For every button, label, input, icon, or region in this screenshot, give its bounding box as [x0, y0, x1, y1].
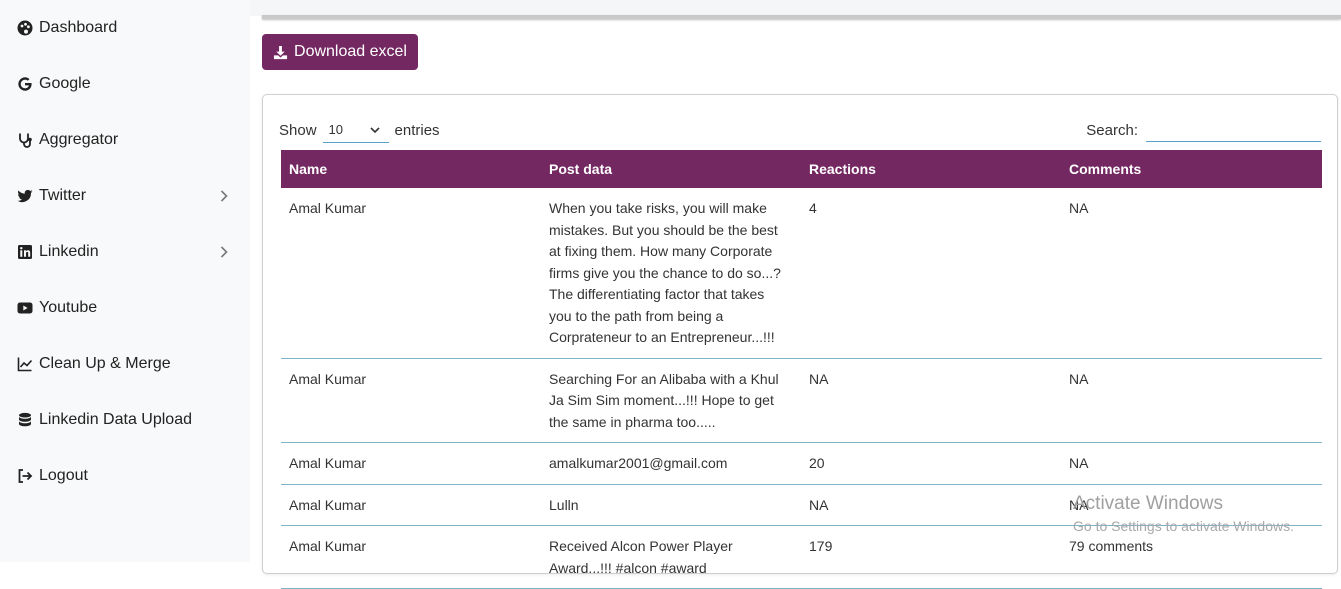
- post-text: amalkumar2001@gmail.com: [549, 455, 728, 471]
- page-length-select[interactable]: 10: [322, 117, 389, 143]
- google-icon: [16, 75, 34, 93]
- column-header-comments[interactable]: Comments: [1061, 150, 1322, 188]
- posts-table: Name Post data Reactions Comments Amal K…: [281, 150, 1322, 589]
- chevron-down-icon: [369, 126, 380, 133]
- sidebar-item-linkedin-data-upload[interactable]: Linkedin Data Upload: [16, 405, 241, 435]
- sidebar-item-logout[interactable]: Logout: [16, 461, 241, 491]
- sidebar-item-youtube[interactable]: Youtube: [16, 293, 241, 323]
- column-header-post-data[interactable]: Post data: [541, 150, 801, 188]
- twitter-icon: [16, 187, 34, 205]
- sidebar-item-aggregator[interactable]: Aggregator: [16, 125, 241, 155]
- table-row: Amal Kumar Received Alcon Power Player A…: [281, 525, 1322, 589]
- sidebar-item-label: Logout: [39, 467, 88, 484]
- table-row: Amal Kumar Lulln NA NA: [281, 484, 1322, 526]
- sidebar-item-label: Clean Up & Merge: [39, 355, 171, 372]
- search-control: Search:: [1086, 117, 1321, 143]
- show-label: Show: [279, 121, 317, 139]
- linkedin-icon: [16, 243, 34, 261]
- cell-comments: NA: [1061, 358, 1322, 443]
- sidebar: Dashboard Google Aggregator Twitter Link…: [0, 0, 250, 562]
- post-text: Lulln: [549, 496, 579, 513]
- page-length-value: 10: [328, 122, 343, 137]
- cell-name: Amal Kumar: [281, 188, 541, 359]
- chevron-right-icon: [220, 190, 228, 202]
- cell-comments: NA: [1061, 442, 1322, 485]
- sidebar-item-dashboard[interactable]: Dashboard: [16, 13, 241, 43]
- download-icon: [273, 45, 288, 59]
- cell-name: Amal Kumar: [281, 358, 541, 443]
- cell-post-data: Lulln: [541, 484, 801, 526]
- entries-label: entries: [394, 121, 440, 139]
- cell-name: Amal Kumar: [281, 525, 541, 589]
- cell-reactions: NA: [801, 358, 1061, 443]
- cell-post-data: amalkumar2001@gmail.com: [541, 442, 801, 485]
- cell-reactions: NA: [801, 484, 1061, 526]
- download-excel-button[interactable]: Download excel: [262, 34, 418, 70]
- sidebar-item-linkedin[interactable]: Linkedin: [16, 237, 241, 267]
- table-card: Show 10 entries Search: Name Post data R…: [262, 94, 1338, 589]
- sidebar-item-clean-up-merge[interactable]: Clean Up & Merge: [16, 349, 241, 379]
- sidebar-item-label: Youtube: [39, 299, 98, 316]
- cell-comments: 79 comments: [1061, 525, 1322, 589]
- palette-icon: [16, 19, 34, 37]
- sidebar-item-label: Aggregator: [39, 131, 119, 148]
- column-header-name[interactable]: Name: [281, 150, 541, 188]
- main-content: Download excel Show 10 entries Search: N…: [250, 0, 1341, 589]
- sidebar-item-label: Google: [39, 75, 91, 92]
- sidebar-item-label: Linkedin Data Upload: [39, 411, 192, 428]
- download-excel-label: Download excel: [294, 43, 407, 60]
- cell-comments: NA: [1061, 484, 1322, 526]
- table-row: Amal Kumar Searching For an Alibaba with…: [281, 358, 1322, 443]
- cell-post-data: When you take risks, you will make mista…: [541, 188, 801, 359]
- post-text: Searching For an Alibaba with a Khul Ja …: [549, 370, 779, 430]
- sidebar-item-google[interactable]: Google: [16, 69, 241, 99]
- logout-icon: [16, 467, 34, 485]
- youtube-icon: [16, 299, 34, 317]
- sidebar-item-label: Dashboard: [39, 19, 118, 36]
- search-input[interactable]: [1146, 118, 1321, 142]
- line-chart-icon: [16, 355, 34, 373]
- top-bar: [250, 0, 1341, 16]
- divider: [262, 15, 1341, 19]
- cell-comments: NA: [1061, 188, 1322, 359]
- cell-reactions: 179: [801, 525, 1061, 589]
- database-icon: [16, 411, 34, 429]
- stethoscope-icon: [16, 131, 34, 149]
- page-length-control: Show 10 entries: [279, 117, 440, 143]
- chevron-right-icon: [220, 246, 228, 258]
- post-text: When you take risks, you will make mista…: [549, 200, 781, 345]
- cell-post-data: Searching For an Alibaba with a Khul Ja …: [541, 358, 801, 443]
- search-label: Search:: [1086, 121, 1138, 139]
- cell-reactions: 20: [801, 442, 1061, 485]
- table-row: Amal Kumar amalkumar2001@gmail.com 20 NA: [281, 442, 1322, 485]
- column-header-reactions[interactable]: Reactions: [801, 150, 1061, 188]
- sidebar-item-label: Twitter: [39, 187, 87, 204]
- post-text: Received Alcon Power Player Award...!!! …: [549, 538, 733, 576]
- cell-reactions: 4: [801, 188, 1061, 359]
- cell-name: Amal Kumar: [281, 484, 541, 526]
- cell-name: Amal Kumar: [281, 442, 541, 485]
- table-row: Amal Kumar When you take risks, you will…: [281, 188, 1322, 359]
- table-header-row: Name Post data Reactions Comments: [281, 150, 1322, 188]
- sidebar-item-twitter[interactable]: Twitter: [16, 181, 241, 211]
- sidebar-item-label: Linkedin: [39, 243, 99, 260]
- cell-post-data: Received Alcon Power Player Award...!!! …: [541, 525, 801, 589]
